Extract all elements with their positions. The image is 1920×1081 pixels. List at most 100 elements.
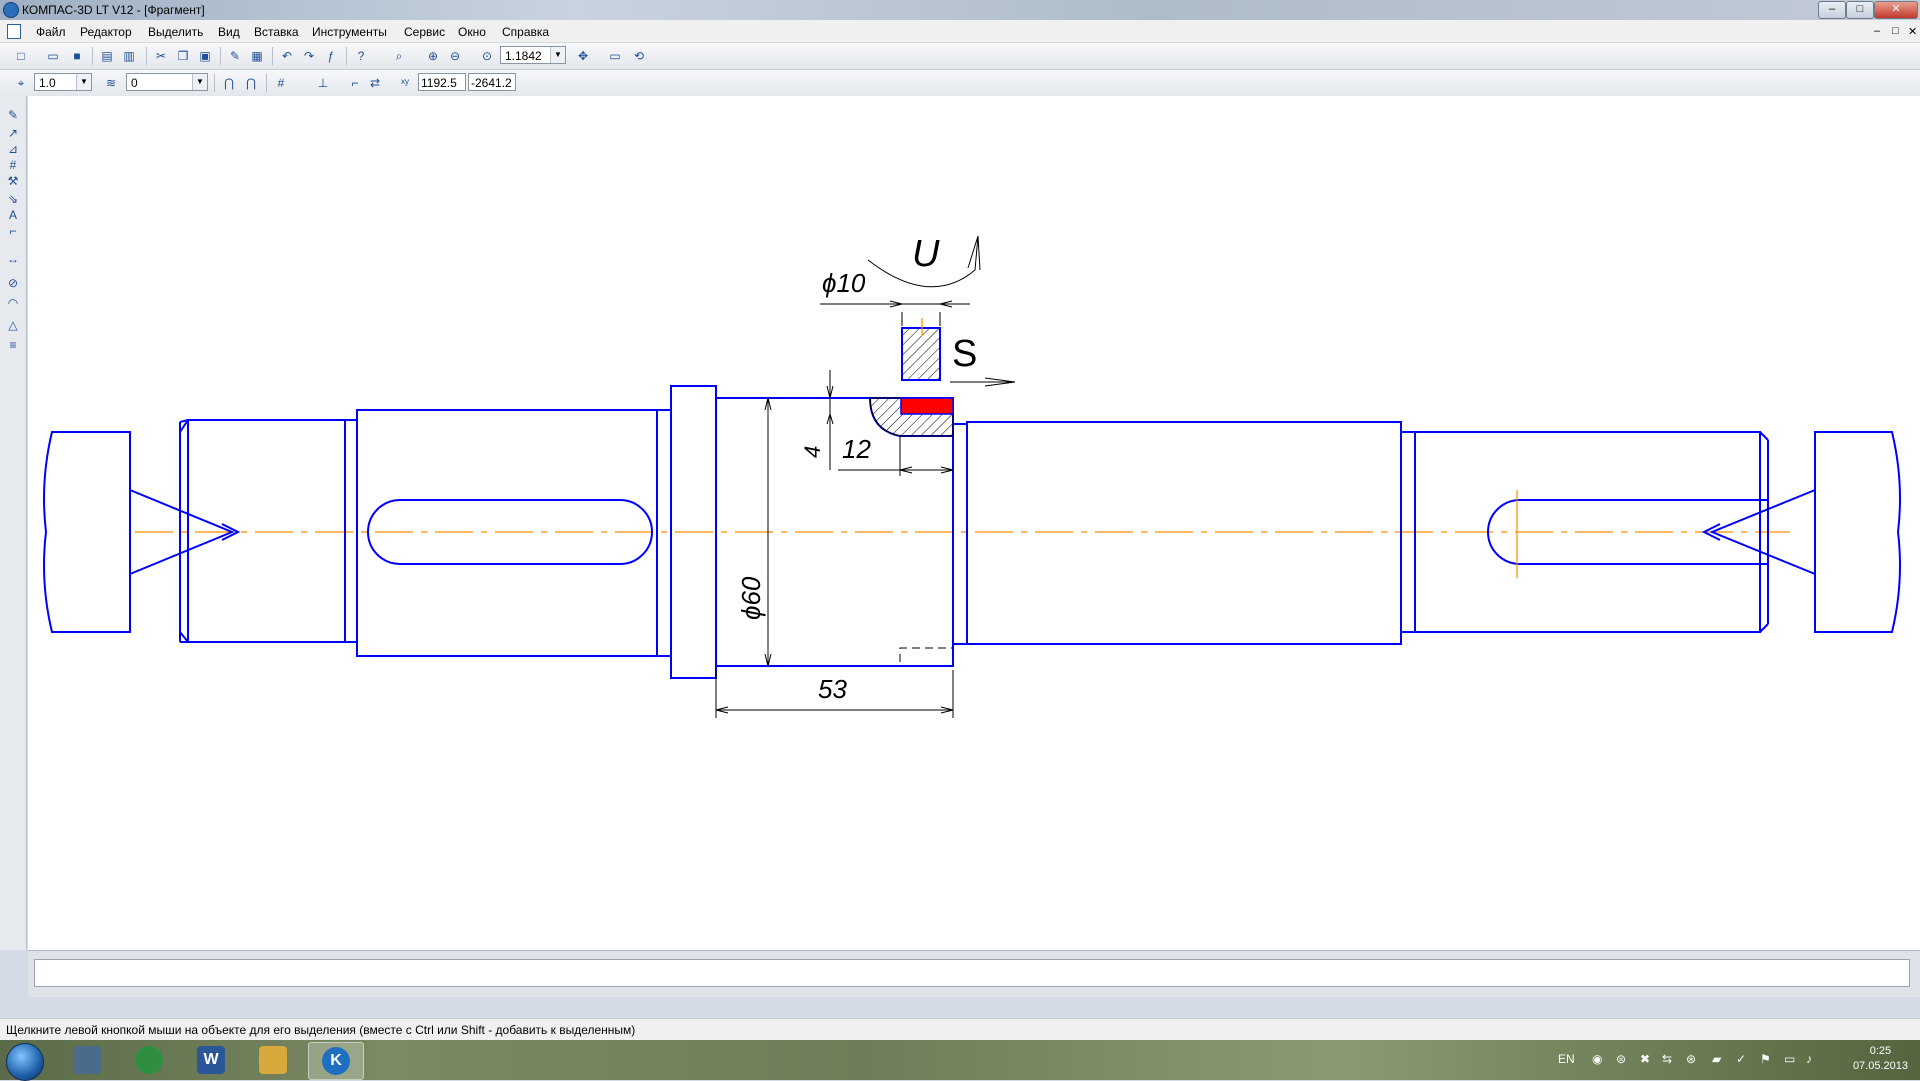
dimension-icon[interactable]: ↔ bbox=[4, 250, 22, 268]
tray-check-icon[interactable]: ✓ bbox=[1736, 1052, 1746, 1066]
tray-security-icon[interactable]: ✖ bbox=[1640, 1052, 1650, 1066]
ortho-icon[interactable]: ⌐ bbox=[346, 74, 364, 92]
print-preview-icon[interactable]: ▤ bbox=[98, 47, 116, 65]
taskbar-chrome[interactable] bbox=[122, 1042, 176, 1078]
folder-icon bbox=[259, 1046, 287, 1074]
refresh-icon[interactable]: ⟲ bbox=[630, 47, 648, 65]
kompas-app-icon[interactable] bbox=[3, 2, 19, 18]
new-document-icon[interactable]: □ bbox=[12, 47, 30, 65]
drawing-svg[interactable]: ϕ10 53 12 ϕ60 4 U S bbox=[28, 96, 1920, 950]
mdi-close-button[interactable]: ✕ bbox=[1908, 25, 1917, 38]
open-icon[interactable]: ▭ bbox=[44, 47, 62, 65]
taskbar-kompas[interactable]: K bbox=[308, 1042, 364, 1080]
standard-toolbar: □ ▭ ■ ▤ ▥ ✂ ❐ ▣ ✎ ▦ ↶ ↷ ƒ ? ⌕ ⊕ ⊖ ⊙ 1.18… bbox=[0, 43, 1920, 70]
diameter-icon[interactable]: ⊘ bbox=[4, 274, 22, 292]
title-bar: КОМПАС-3D LT V12 - [Фрагмент] – □ ✕ bbox=[0, 0, 1920, 20]
chevron-down-icon[interactable]: ▼ bbox=[550, 47, 565, 63]
highlighted-cut[interactable] bbox=[900, 397, 954, 415]
coord-y-field[interactable]: -2641.2 bbox=[468, 73, 516, 91]
kompas-icon: K bbox=[322, 1047, 350, 1075]
menu-window[interactable]: Окно bbox=[458, 25, 486, 39]
tray-display-icon[interactable]: ▭ bbox=[1784, 1052, 1795, 1066]
status-bar: Щелкните левой кнопкой мыши на объекте д… bbox=[0, 1018, 1920, 1041]
designation-icon[interactable]: ⌐ bbox=[4, 222, 22, 240]
menu-file[interactable]: Файл bbox=[36, 25, 66, 39]
dim-diameter-10: ϕ10 bbox=[822, 268, 866, 298]
properties-icon[interactable]: ▦ bbox=[248, 47, 266, 65]
save-icon[interactable]: ■ bbox=[68, 47, 86, 65]
step-value: 1.0 bbox=[39, 76, 56, 90]
close-button[interactable]: ✕ bbox=[1874, 1, 1918, 19]
menu-view[interactable]: Вид bbox=[218, 25, 240, 39]
roughness-icon[interactable]: ≡ bbox=[4, 336, 22, 354]
zoom-in-icon[interactable]: ⊕ bbox=[424, 47, 442, 65]
measure-icon[interactable]: ⚒ bbox=[4, 172, 22, 190]
snap-off-icon[interactable]: ⋂ bbox=[242, 74, 260, 92]
cursor-step-icon[interactable]: ⌖ bbox=[12, 74, 30, 92]
redo-icon[interactable]: ↷ bbox=[300, 47, 318, 65]
geometry-icon[interactable]: ✎ bbox=[4, 106, 22, 124]
cut-icon[interactable]: ✂ bbox=[152, 47, 170, 65]
start-button[interactable] bbox=[6, 1043, 44, 1081]
menu-tools[interactable]: Инструменты bbox=[312, 25, 387, 39]
clock-time: 0:25 bbox=[1869, 1045, 1892, 1057]
current-state-toolbar: ⌖ 1.0 ▼ ≋ 0 ▼ ⋂ ⋂ # ⊥ ⌐ ⇄ ˣʸ 1192.5 -264… bbox=[0, 70, 1920, 97]
print-icon[interactable]: ▥ bbox=[120, 47, 138, 65]
feed-symbol: S bbox=[952, 333, 977, 375]
paste-icon[interactable]: ▣ bbox=[196, 47, 214, 65]
taskbar-computer[interactable] bbox=[60, 1042, 114, 1078]
maximize-button[interactable]: □ bbox=[1846, 1, 1874, 19]
dim-depth-4: 4 bbox=[800, 446, 825, 458]
triangle-icon[interactable]: △ bbox=[4, 316, 22, 334]
tray-volume-icon[interactable]: ♪ bbox=[1806, 1052, 1812, 1066]
compact-panel: ✎ ↗ ⊿ # ⚒ ⇘ A ⌐ ↔ ⊘ ◠ △ ≡ bbox=[0, 96, 27, 950]
undo-icon[interactable]: ↶ bbox=[278, 47, 296, 65]
mdi-minimize-button[interactable]: – bbox=[1874, 25, 1880, 37]
chevron-down-icon[interactable]: ▼ bbox=[192, 74, 207, 90]
help-pointer-icon[interactable]: ? bbox=[352, 47, 370, 65]
arc-icon[interactable]: ◠ bbox=[4, 294, 22, 312]
local-cs-icon[interactable]: ⊥ bbox=[314, 74, 332, 92]
minimize-button[interactable]: – bbox=[1818, 1, 1846, 19]
layers-icon[interactable]: ≋ bbox=[102, 74, 120, 92]
grid-icon[interactable]: # bbox=[272, 74, 290, 92]
chevron-down-icon[interactable]: ▼ bbox=[76, 74, 91, 90]
dim-length-53: 53 bbox=[818, 674, 847, 704]
menu-insert[interactable]: Вставка bbox=[254, 25, 299, 39]
coords-icon[interactable]: ˣʸ bbox=[396, 74, 414, 92]
variables-icon[interactable]: ƒ bbox=[322, 47, 340, 65]
copy-icon[interactable]: ❐ bbox=[174, 47, 192, 65]
tray-network-icon[interactable]: ⊜ bbox=[1616, 1052, 1626, 1066]
menu-service[interactable]: Сервис bbox=[404, 25, 445, 39]
coord-x-field[interactable]: 1192.5 bbox=[418, 73, 466, 91]
round-coords-icon[interactable]: ⇄ bbox=[366, 74, 384, 92]
taskbar-explorer[interactable] bbox=[246, 1042, 300, 1078]
mdi-restore-button[interactable]: □ bbox=[1892, 25, 1899, 37]
zoom-scale-icon[interactable]: ⊙ bbox=[478, 47, 496, 65]
layer-combo[interactable]: 0 ▼ bbox=[126, 73, 208, 91]
show-all-icon[interactable]: ▭ bbox=[606, 47, 624, 65]
zoom-combo[interactable]: 1.1842 ▼ bbox=[500, 46, 566, 64]
tray-sync-icon[interactable]: ⇆ bbox=[1662, 1052, 1672, 1066]
clock[interactable]: 0:25 07.05.2013 bbox=[1853, 1044, 1908, 1074]
layer-value: 0 bbox=[131, 76, 138, 90]
language-indicator[interactable]: EN bbox=[1558, 1052, 1575, 1066]
taskbar-word[interactable]: W bbox=[184, 1042, 238, 1078]
tray-update-icon[interactable]: ⊛ bbox=[1686, 1052, 1696, 1066]
tray-steam-icon[interactable]: ◉ bbox=[1592, 1052, 1602, 1066]
menu-select[interactable]: Выделить bbox=[148, 25, 203, 39]
magnet-icon[interactable]: ⋂ bbox=[220, 74, 238, 92]
tray-flag-icon[interactable]: ⚑ bbox=[1760, 1052, 1771, 1066]
dimension-lines bbox=[715, 235, 1016, 718]
zoom-window-icon[interactable]: ⌕ bbox=[390, 47, 408, 65]
drawing-canvas[interactable]: ϕ10 53 12 ϕ60 4 U S bbox=[28, 96, 1920, 950]
pan-icon[interactable]: ✥ bbox=[574, 47, 592, 65]
menu-help[interactable]: Справка bbox=[502, 25, 549, 39]
step-combo[interactable]: 1.0 ▼ bbox=[34, 73, 92, 91]
document-icon[interactable] bbox=[7, 24, 21, 39]
zoom-out-icon[interactable]: ⊖ bbox=[446, 47, 464, 65]
tray-nvidia-icon[interactable]: ▰ bbox=[1712, 1052, 1721, 1066]
menu-edit[interactable]: Редактор bbox=[80, 25, 132, 39]
format-brush-icon[interactable]: ✎ bbox=[226, 47, 244, 65]
property-input[interactable] bbox=[34, 959, 1910, 987]
